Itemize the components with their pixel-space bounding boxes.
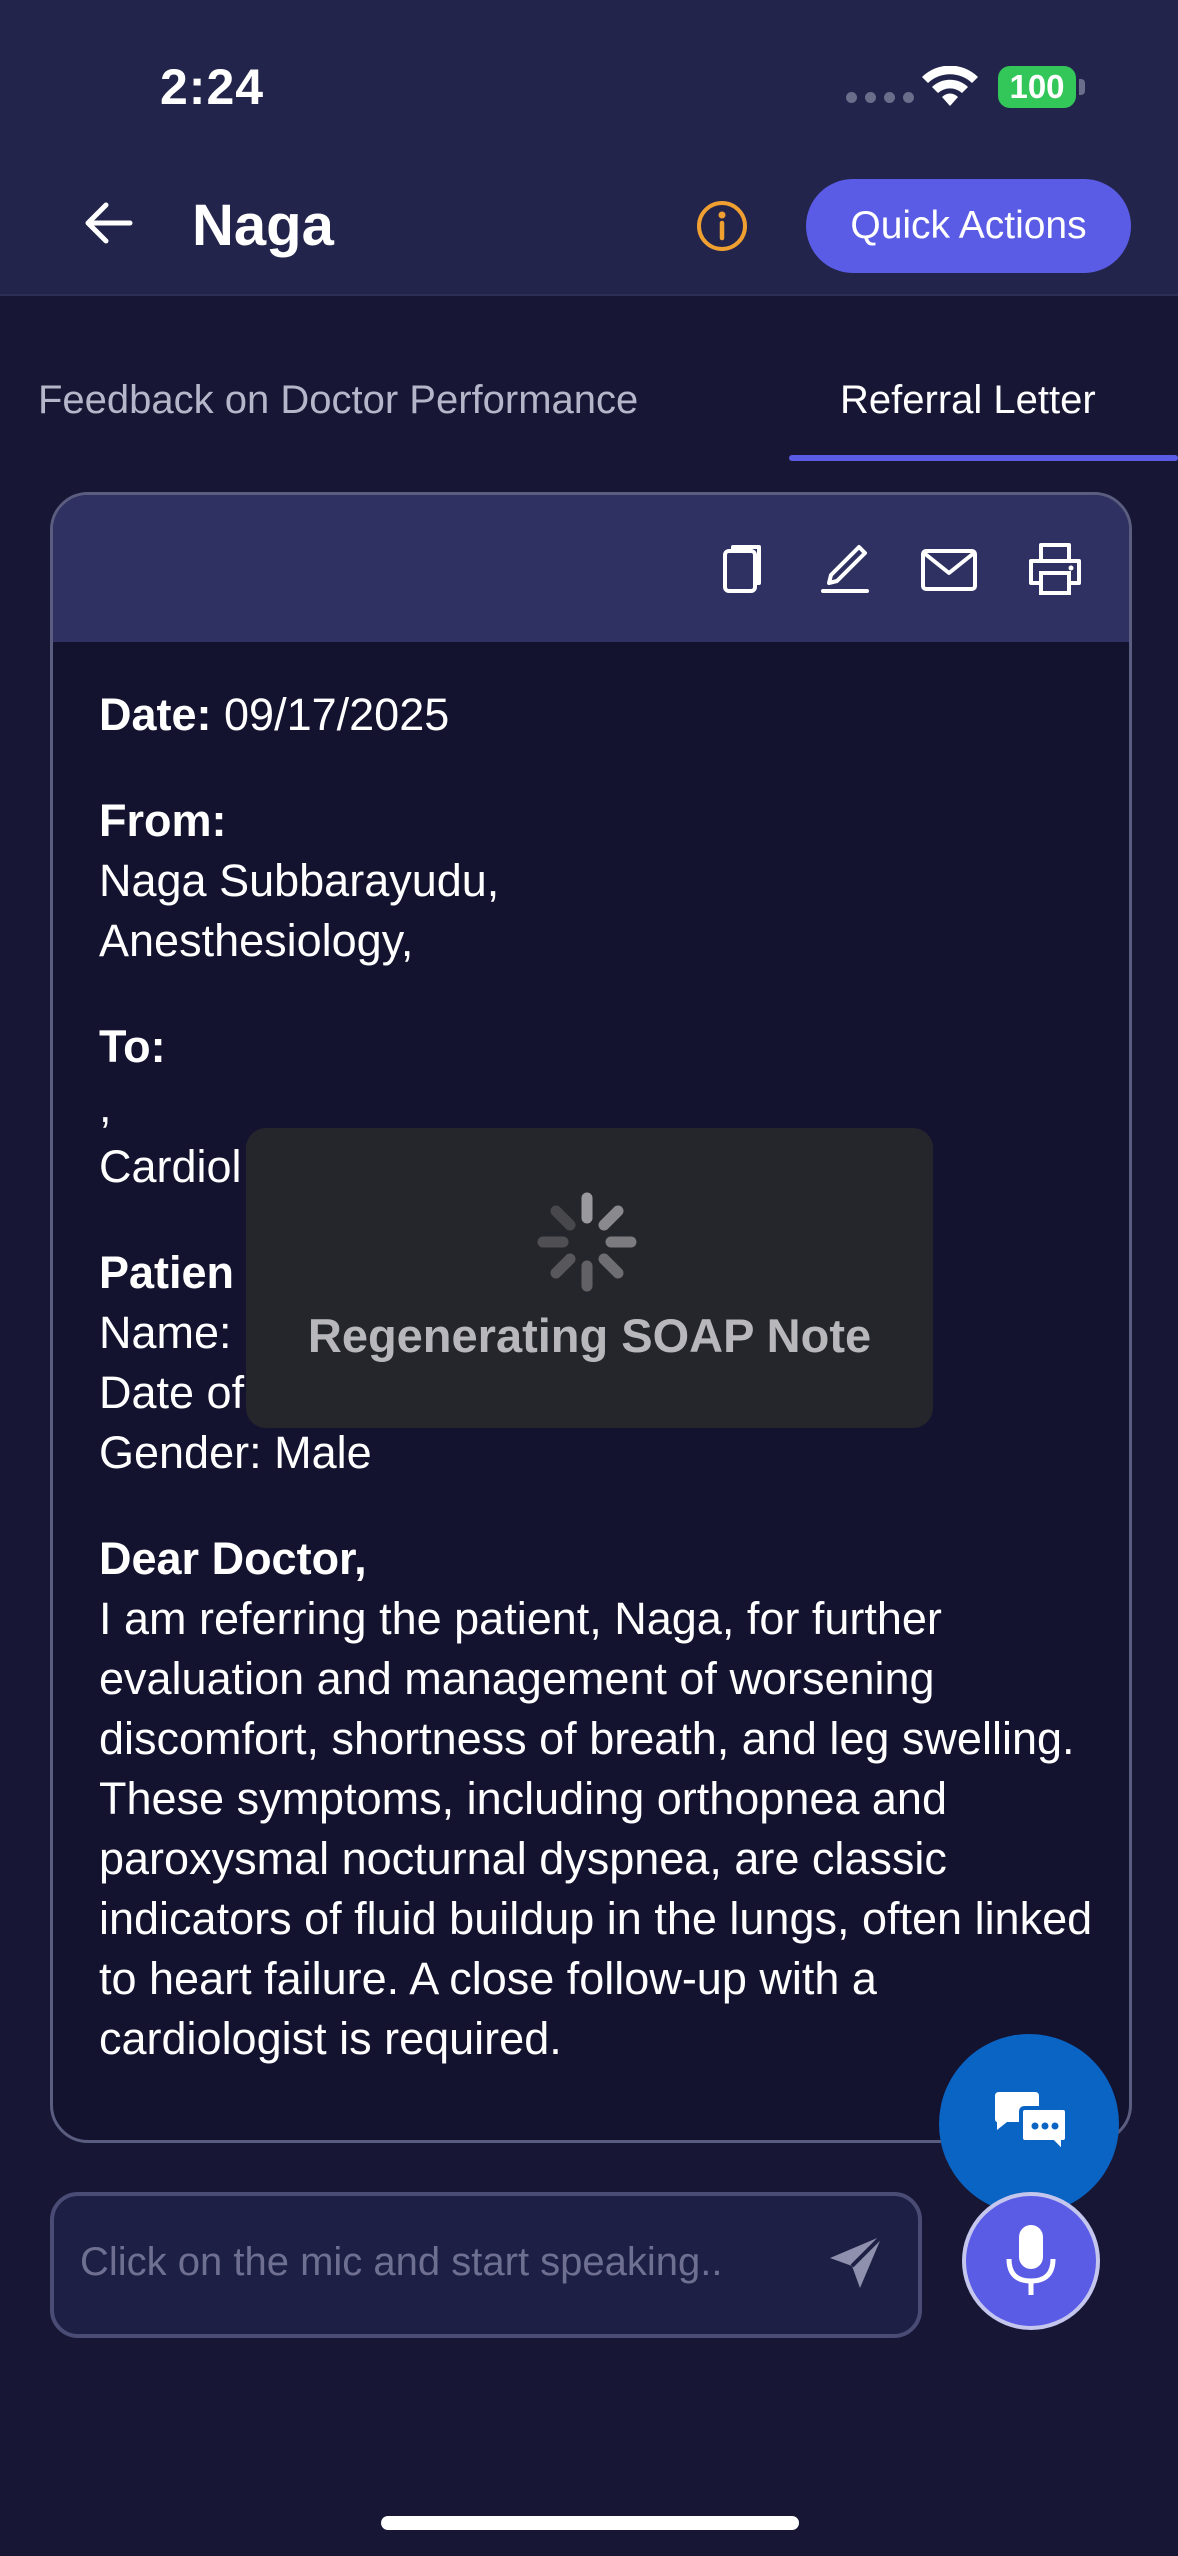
tab-feedback[interactable]: Feedback on Doctor Performance	[38, 370, 638, 430]
patient-dob: Date of	[99, 1367, 245, 1418]
status-time: 2:24	[160, 59, 265, 115]
chat-fab-button[interactable]	[939, 2034, 1119, 2214]
page-title: Naga	[192, 193, 334, 258]
date-value: 09/17/2025	[211, 689, 450, 740]
from-name: Naga Subbarayudu,	[99, 855, 500, 906]
battery-nub	[1079, 79, 1085, 95]
active-tab-indicator	[789, 455, 1178, 461]
quick-actions-button[interactable]: Quick Actions	[806, 179, 1131, 273]
to-label: To:	[99, 1021, 166, 1072]
from-department: Anesthesiology,	[99, 915, 414, 966]
letter-from: From: Naga Subbarayudu, Anesthesiology,	[99, 791, 1099, 971]
loading-text: Regenerating SOAP Note	[307, 1309, 872, 1362]
patient-label: Patien	[99, 1247, 235, 1298]
print-icon[interactable]	[1025, 539, 1085, 599]
letter-paragraph: I am referring the patient, Naga, for fu…	[99, 1593, 1093, 2064]
patient-gender: Gender: Male	[99, 1427, 372, 1478]
cellular-signal-icon	[846, 92, 914, 103]
loading-overlay: Regenerating SOAP Note	[246, 1128, 933, 1428]
info-icon[interactable]	[695, 199, 749, 253]
mic-button[interactable]	[962, 2192, 1100, 2330]
header-bar: 2:24 100 Naga Quick Actions	[0, 0, 1178, 296]
from-label: From:	[99, 795, 227, 846]
chat-bubble-icon	[995, 2092, 1069, 2157]
speech-input-field[interactable]: Click on the mic and start speaking..	[50, 2192, 922, 2338]
home-indicator	[381, 2516, 799, 2530]
to-department: Cardiol	[99, 1141, 242, 1192]
date-label: Date:	[99, 689, 212, 740]
patient-name: Name:	[99, 1307, 232, 1358]
back-arrow-icon[interactable]	[80, 195, 136, 251]
copy-icon[interactable]	[713, 539, 773, 599]
letter-date: Date: 09/17/2025	[99, 685, 1099, 745]
tab-referral-letter[interactable]: Referral Letter	[840, 370, 1096, 430]
input-placeholder: Click on the mic and start speaking..	[80, 2240, 723, 2284]
edit-pencil-icon[interactable]	[815, 539, 875, 599]
battery-icon: 100	[998, 66, 1076, 108]
to-name: ,	[99, 1081, 112, 1132]
wifi-icon	[922, 66, 978, 106]
salutation: Dear Doctor,	[99, 1533, 367, 1584]
send-icon[interactable]	[824, 2230, 888, 2294]
microphone-icon	[1006, 2225, 1056, 2295]
card-toolbar	[53, 495, 1129, 642]
loading-spinner-icon	[537, 1192, 637, 1292]
letter-message: Dear Doctor, I am referring the patient,…	[99, 1529, 1099, 2069]
email-icon[interactable]	[919, 539, 979, 599]
